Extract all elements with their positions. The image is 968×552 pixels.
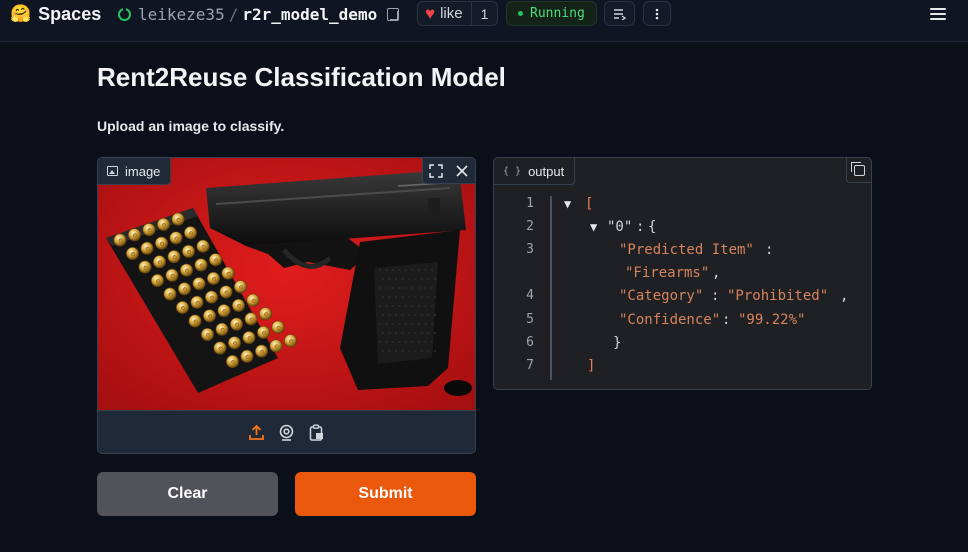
fullscreen-button[interactable]: [423, 158, 449, 184]
image-label-text: image: [125, 163, 161, 179]
collapse-item-toggle-icon[interactable]: ▼: [590, 220, 597, 234]
output-label-text: output: [528, 163, 565, 179]
clipboard-icon: [309, 424, 323, 441]
space-name-link[interactable]: r2r_model_demo: [242, 5, 377, 24]
json-value-predicted-item: "Firearms": [625, 265, 710, 281]
page-description: Upload an image to classify.: [97, 118, 285, 134]
json-comma: ,: [712, 265, 721, 281]
like-button[interactable]: ♥ like: [418, 2, 472, 25]
json-value-confidence: "99.22%": [738, 312, 806, 328]
submit-button[interactable]: Submit: [295, 472, 476, 516]
json-open-brace: {: [648, 219, 657, 235]
status-dot-icon: [518, 11, 523, 16]
top-bar: 🤗 Spaces leikeze35 / r2r_model_demo ♥ li…: [0, 0, 968, 42]
like-widget: ♥ like 1: [417, 1, 499, 26]
spaces-home-link[interactable]: 🤗 Spaces: [10, 3, 101, 25]
json-key-predicted-item: "Predicted Item": [619, 242, 754, 258]
page-title: Rent2Reuse Classification Model: [97, 62, 506, 92]
running-status-icon: [118, 6, 131, 21]
copy-output-button[interactable]: [846, 158, 871, 183]
logs-button[interactable]: [604, 1, 635, 26]
webcam-icon: [279, 424, 294, 441]
copy-name-icon[interactable]: [387, 7, 400, 21]
json-key-category: "Category": [619, 288, 704, 304]
close-icon: [456, 165, 468, 177]
image-icon: [107, 166, 118, 176]
json-comma: ,: [840, 288, 849, 304]
collapse-root-toggle-icon[interactable]: ▼: [564, 197, 571, 211]
line-number: 2: [526, 219, 534, 234]
line-number: 4: [526, 288, 534, 303]
json-colon: :: [711, 288, 728, 304]
json-open-bracket: [: [585, 196, 594, 212]
breadcrumb-separator: /: [228, 4, 239, 24]
webcam-button[interactable]: [278, 423, 296, 441]
json-colon: :: [636, 219, 645, 235]
line-number: 1: [526, 196, 534, 211]
code-gutter-divider: [550, 196, 552, 380]
output-label: { } output: [494, 158, 576, 185]
brand-label: Spaces: [38, 3, 102, 24]
json-braces-icon: { }: [503, 165, 522, 177]
image-source-toolbar: [98, 410, 475, 453]
json-output-panel: { } output 1 ▼ [ 2 ▼ "0" : { 3 "Predicte…: [493, 157, 872, 390]
json-key-confidence: "Confidence": [619, 312, 721, 328]
remove-image-button[interactable]: [449, 158, 475, 184]
json-value-category: "Prohibited": [727, 288, 829, 304]
hamburger-menu-icon[interactable]: [928, 6, 948, 22]
heart-icon: ♥: [425, 4, 436, 23]
json-close-bracket: ]: [587, 358, 596, 374]
copy-icon: [850, 161, 865, 176]
image-toolbar: [422, 158, 475, 184]
upload-icon: [249, 424, 264, 440]
fullscreen-icon: [429, 164, 443, 178]
line-number: 7: [526, 358, 534, 373]
upload-button[interactable]: [248, 423, 266, 441]
clipboard-paste-button[interactable]: [308, 423, 326, 441]
space-breadcrumb: leikeze35 / r2r_model_demo: [118, 3, 400, 25]
json-colon: :: [722, 312, 739, 328]
clear-button[interactable]: Clear: [97, 472, 278, 516]
like-label: like: [440, 5, 463, 22]
json-colon: :: [765, 242, 774, 258]
like-count[interactable]: 1: [472, 2, 498, 25]
line-number: 6: [526, 335, 534, 350]
line-number: 5: [526, 312, 534, 327]
image-input-label: image: [98, 158, 172, 185]
status-badge[interactable]: Running: [506, 1, 597, 26]
json-index-key: "0": [607, 219, 633, 235]
image-input-panel: image: [97, 157, 476, 454]
status-label: Running: [530, 6, 585, 21]
owner-link[interactable]: leikeze35: [138, 5, 225, 24]
logs-icon: [613, 8, 626, 20]
hugging-face-logo-icon: 🤗: [10, 3, 32, 24]
json-close-brace: }: [613, 335, 622, 351]
vertical-dots-icon: [655, 8, 659, 19]
line-number: 3: [526, 242, 534, 257]
more-options-button[interactable]: [643, 1, 671, 26]
uploaded-image-pistol-cartridges: [98, 158, 475, 410]
